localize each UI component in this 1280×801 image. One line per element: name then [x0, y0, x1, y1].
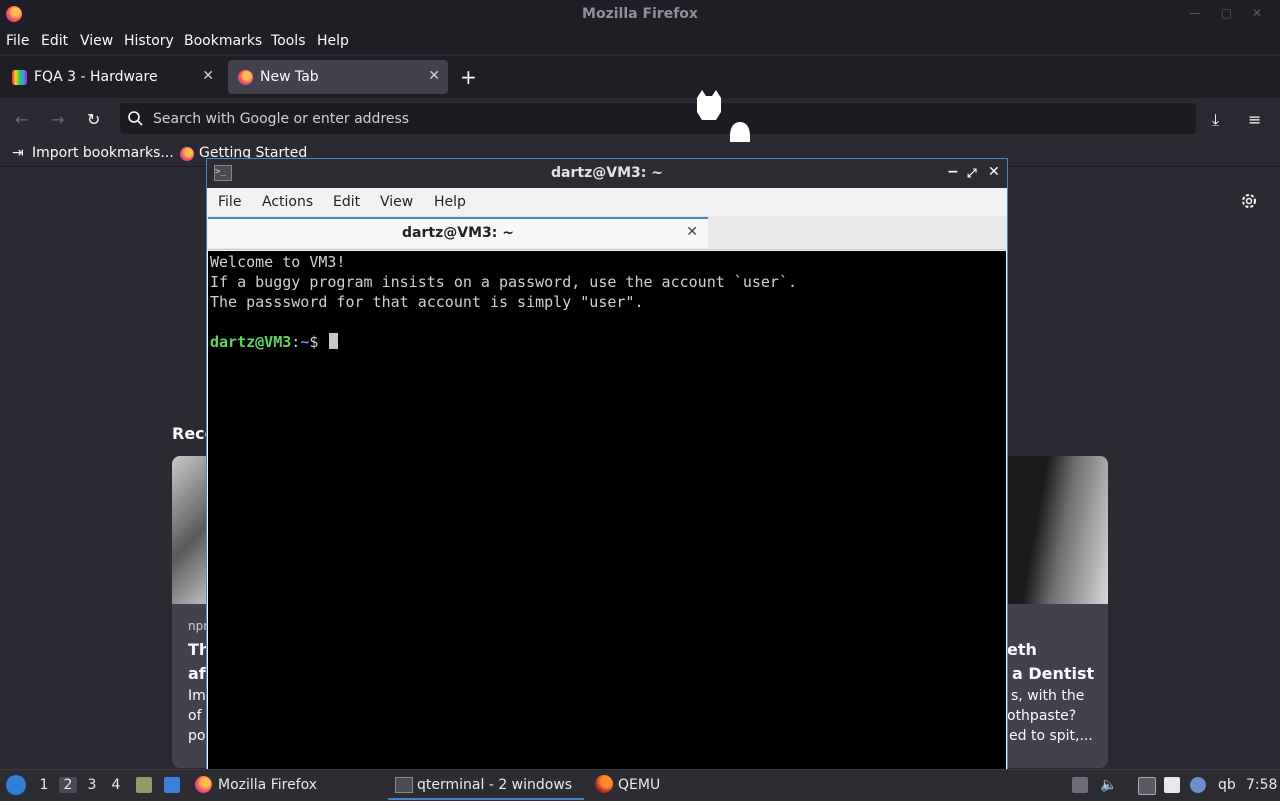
term-menu-file[interactable]: File — [218, 194, 241, 210]
prompt-separator: : — [291, 333, 301, 351]
story-excerpt-line: s, with the — [1011, 688, 1085, 704]
file-manager-icon[interactable] — [136, 777, 152, 793]
volume-icon[interactable]: 🔈 — [1100, 777, 1117, 793]
new-tab-button[interactable]: + — [460, 65, 477, 89]
clipboard-icon[interactable] — [1072, 777, 1088, 793]
terminal-window[interactable]: >_ dartz@VM3: ~ − ⤢ ✕ File Actions Edit … — [206, 158, 1008, 770]
prompt-user-host: dartz@VM3 — [210, 333, 292, 351]
firefox-bookmark-icon — [180, 147, 194, 161]
forward-icon[interactable]: → — [51, 110, 64, 129]
maximize-icon[interactable]: ⤢ — [967, 166, 977, 181]
term-menu-actions[interactable]: Actions — [262, 194, 313, 210]
story-title-line: af — [188, 664, 206, 683]
close-tab-icon[interactable]: ✕ — [428, 68, 440, 84]
output-line: Welcome to VM3! — [210, 253, 346, 271]
story-excerpt-line: Im — [188, 688, 206, 704]
terminal-title: dartz@VM3: ~ — [551, 165, 663, 181]
tab-label: New Tab — [260, 69, 319, 85]
term-menu-help[interactable]: Help — [434, 194, 466, 210]
tab-label: FQA 3 - Hardware — [34, 69, 158, 85]
story-excerpt-line: othpaste? — [1007, 708, 1077, 724]
start-menu-icon[interactable] — [6, 775, 26, 795]
task-qterminal[interactable]: qterminal - 2 windows — [417, 777, 572, 793]
menu-edit[interactable]: Edit — [41, 33, 68, 49]
task-firefox[interactable]: Mozilla Firefox — [218, 777, 317, 793]
firefox-titlebar: Mozilla Firefox — ▢ ✕ — [0, 0, 1280, 28]
prompt-symbol: $ — [309, 333, 319, 351]
close-tab-icon[interactable]: ✕ — [686, 224, 698, 240]
text-cursor — [329, 333, 339, 349]
task-qemu[interactable]: QEMU — [618, 777, 660, 793]
tab-new-tab[interactable]: New Tab ✕ — [228, 60, 448, 94]
terminal-icon — [395, 777, 413, 793]
notes-icon[interactable] — [1164, 777, 1180, 793]
network-icon[interactable] — [1138, 777, 1156, 795]
workspace-1[interactable]: 1 — [35, 777, 53, 793]
close-icon[interactable]: ✕ — [988, 164, 1000, 180]
term-menu-edit[interactable]: Edit — [333, 194, 360, 210]
tray-qb[interactable]: qb — [1218, 777, 1236, 793]
minimize-icon[interactable]: − — [947, 164, 959, 180]
taskbar: 1 2 3 4 Mozilla Firefox qterminal - 2 wi… — [0, 769, 1280, 801]
story-title-line: eth — [1007, 640, 1037, 659]
firefox-icon — [195, 776, 212, 793]
app-menu-icon[interactable]: ≡ — [1248, 110, 1261, 129]
menu-history[interactable]: History — [124, 33, 174, 49]
terminal-tab-bar: dartz@VM3: ~ ✕ — [207, 216, 1007, 250]
output-line: The passsword for that account is simply… — [210, 293, 644, 311]
menu-file[interactable]: File — [6, 33, 29, 49]
reload-icon[interactable]: ↻ — [87, 110, 100, 129]
workspace-4[interactable]: 4 — [107, 777, 125, 793]
workspace-2[interactable]: 2 — [59, 777, 77, 793]
term-menu-view[interactable]: View — [380, 194, 413, 210]
tab-fqa3-hardware[interactable]: FQA 3 - Hardware ✕ — [2, 60, 222, 94]
tab-strip: FQA 3 - Hardware ✕ New Tab ✕ + — [0, 56, 1280, 98]
menu-view[interactable]: View — [80, 33, 113, 49]
terminal-menubar: File Actions Edit View Help — [207, 188, 1007, 216]
story-excerpt-line: of — [188, 708, 202, 724]
firefox-menubar: File Edit View History Bookmarks Tools H… — [0, 28, 1280, 54]
show-desktop-icon[interactable] — [164, 777, 180, 793]
settings-gear-icon[interactable] — [1240, 192, 1258, 210]
cat-cursor-icon — [697, 90, 721, 120]
output-line: If a buggy program insists on a password… — [210, 273, 797, 291]
clock[interactable]: 7:58 — [1246, 777, 1277, 793]
menu-tools[interactable]: Tools — [271, 33, 306, 49]
back-icon[interactable]: ← — [15, 110, 28, 129]
tab-favicon-icon — [12, 70, 27, 85]
workspace-3[interactable]: 3 — [83, 777, 101, 793]
qemu-icon — [595, 775, 613, 793]
menu-help[interactable]: Help — [317, 33, 349, 49]
prompt-line: dartz@VM3:~$ — [210, 333, 339, 351]
story-excerpt-line: ed to spit,... — [1009, 728, 1093, 744]
story-title-line: a Dentist — [1012, 664, 1095, 683]
address-bar[interactable]: Search with Google or enter address — [120, 103, 1196, 134]
firefox-favicon-icon — [238, 70, 253, 85]
window-controls[interactable]: — ▢ ✕ — [1189, 6, 1270, 20]
terminal-output[interactable]: Welcome to VM3! If a buggy program insis… — [208, 251, 1006, 769]
story-excerpt-line: po — [188, 728, 206, 744]
terminal-tab[interactable]: dartz@VM3: ~ ✕ — [208, 217, 708, 248]
import-icon: ⇥ — [12, 145, 24, 161]
prompt-path: ~ — [300, 333, 310, 351]
menu-bookmarks[interactable]: Bookmarks — [184, 33, 262, 49]
terminal-titlebar[interactable]: >_ dartz@VM3: ~ − ⤢ ✕ — [207, 159, 1007, 188]
window-title: Mozilla Firefox — [582, 6, 698, 22]
search-icon — [128, 111, 143, 126]
downloads-icon[interactable]: ⤓ — [1212, 110, 1219, 130]
terminal-tab-label: dartz@VM3: ~ — [402, 225, 514, 241]
close-tab-icon[interactable]: ✕ — [202, 68, 214, 84]
address-placeholder: Search with Google or enter address — [153, 111, 410, 127]
notification-icon[interactable] — [1190, 777, 1206, 793]
bookmark-import[interactable]: Import bookmarks... — [32, 145, 174, 161]
